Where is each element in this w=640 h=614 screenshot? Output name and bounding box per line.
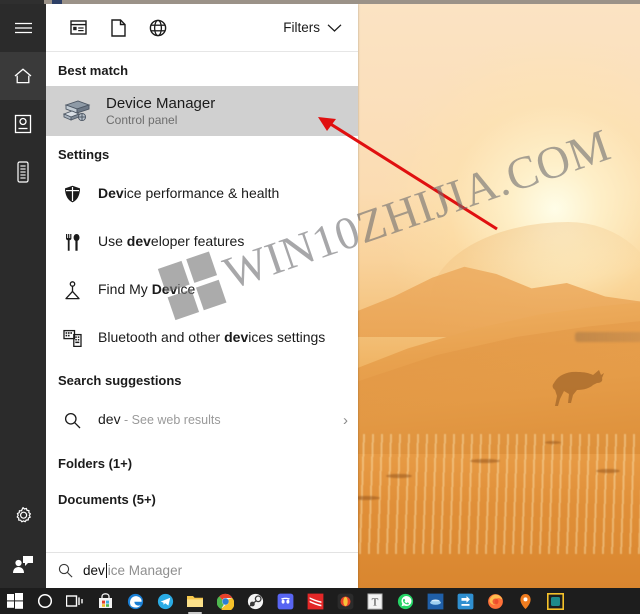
steam-button[interactable]: [240, 588, 270, 614]
opera-gx-button[interactable]: [330, 588, 360, 614]
wallpaper-animal-silhouette: [552, 370, 604, 406]
search-icon: [58, 563, 73, 578]
start-left-rail: [0, 4, 46, 588]
settings-item-label: Find My Device: [98, 281, 196, 298]
taskbar: T: [0, 588, 640, 614]
settings-item-label: Use developer features: [98, 233, 245, 250]
best-match-heading: Best match: [58, 63, 129, 78]
teal-app-button[interactable]: [540, 588, 570, 614]
whatsapp-button[interactable]: [390, 588, 420, 614]
best-match-result-device-manager[interactable]: Device Manager Control panel: [46, 86, 358, 136]
find-device-icon: [58, 280, 86, 300]
start-search-panel: Filters Best match Device Manager Contro…: [0, 4, 358, 588]
task-view-button[interactable]: [60, 588, 90, 614]
firefox-button[interactable]: [480, 588, 510, 614]
filters-label: Filters: [283, 20, 320, 35]
settings-item-developer-features[interactable]: Use developer features: [46, 218, 358, 266]
results-list: Best match Device Manager Control panel …: [46, 52, 358, 552]
cortana-button[interactable]: [30, 588, 60, 614]
screen: Filters Best match Device Manager Contro…: [0, 0, 640, 614]
documents-icon[interactable]: [98, 5, 138, 51]
device-manager-icon: [58, 98, 94, 124]
best-match-title: Device Manager: [106, 94, 216, 112]
chevron-right-icon: ›: [343, 411, 348, 429]
start-button[interactable]: [0, 588, 30, 614]
search-results-area: Filters Best match Device Manager Contro…: [46, 4, 358, 588]
apps-icon[interactable]: [58, 5, 98, 51]
settings-heading: Settings: [58, 147, 110, 162]
screen-top-strip: [0, 0, 640, 4]
edge-button[interactable]: [120, 588, 150, 614]
search-filter-bar: Filters: [46, 4, 358, 52]
suggestion-hint: - See web results: [120, 413, 221, 428]
settings-item-find-my-device[interactable]: Find My Device: [46, 266, 358, 314]
search-autocomplete-text: ice Manager: [107, 563, 183, 578]
home-icon[interactable]: [0, 52, 46, 100]
search-input-value: dev ice Manager: [83, 563, 182, 578]
settings-item-label: Device performance & health: [98, 185, 280, 202]
chevron-down-icon: [327, 23, 342, 32]
chrome-button[interactable]: [210, 588, 240, 614]
search-icon: [58, 412, 86, 429]
blue-app-button[interactable]: [420, 588, 450, 614]
text-cursor: [105, 563, 107, 578]
sync-app-button[interactable]: [450, 588, 480, 614]
telegram-button[interactable]: [150, 588, 180, 614]
suggestion-query: dev: [98, 411, 121, 428]
search-suggestion-item[interactable]: dev - See web results ›: [46, 396, 358, 444]
wallpaper-pebble: [596, 469, 620, 473]
web-icon[interactable]: [138, 5, 178, 51]
devices-icon[interactable]: [0, 148, 46, 196]
folders-group[interactable]: Folders (1+): [46, 444, 358, 480]
best-match-subtitle: Control panel: [106, 113, 178, 128]
search-suggestion-text: dev - See web results: [98, 411, 221, 429]
gear-icon[interactable]: [0, 492, 46, 540]
svg-text:T: T: [372, 596, 379, 608]
shield-icon: [58, 185, 86, 203]
wallpaper-pebble: [386, 474, 412, 478]
file-explorer-button[interactable]: [180, 588, 210, 614]
hamburger-menu-icon[interactable]: [0, 4, 46, 52]
search-suggestions-heading: Search suggestions: [58, 373, 182, 388]
notepad-button[interactable]: T: [360, 588, 390, 614]
best-match-text: Device Manager Control panel: [106, 95, 215, 128]
microsoft-store-button[interactable]: [90, 588, 120, 614]
discord-button[interactable]: [270, 588, 300, 614]
wallpaper-pebble: [545, 441, 561, 444]
filters-dropdown[interactable]: Filters: [283, 20, 346, 35]
red-app-button[interactable]: [300, 588, 330, 614]
bluetooth-device-icon: [58, 329, 86, 347]
settings-item-device-performance[interactable]: Device performance & health: [46, 170, 358, 218]
documents-group[interactable]: Documents (5+): [46, 480, 358, 516]
settings-item-label: Bluetooth and other devices settings: [98, 329, 326, 346]
search-typed-text: dev: [83, 563, 105, 578]
wallpaper-treeline: [575, 332, 640, 342]
orange-app-button[interactable]: [510, 588, 540, 614]
search-input[interactable]: dev ice Manager: [46, 552, 358, 588]
settings-item-bluetooth-devices[interactable]: Bluetooth and other devices settings: [46, 314, 358, 362]
tools-icon: [58, 233, 86, 252]
wallpaper-pebble: [470, 459, 500, 463]
feedback-icon[interactable]: [0, 540, 46, 588]
my-stuff-icon[interactable]: [0, 100, 46, 148]
